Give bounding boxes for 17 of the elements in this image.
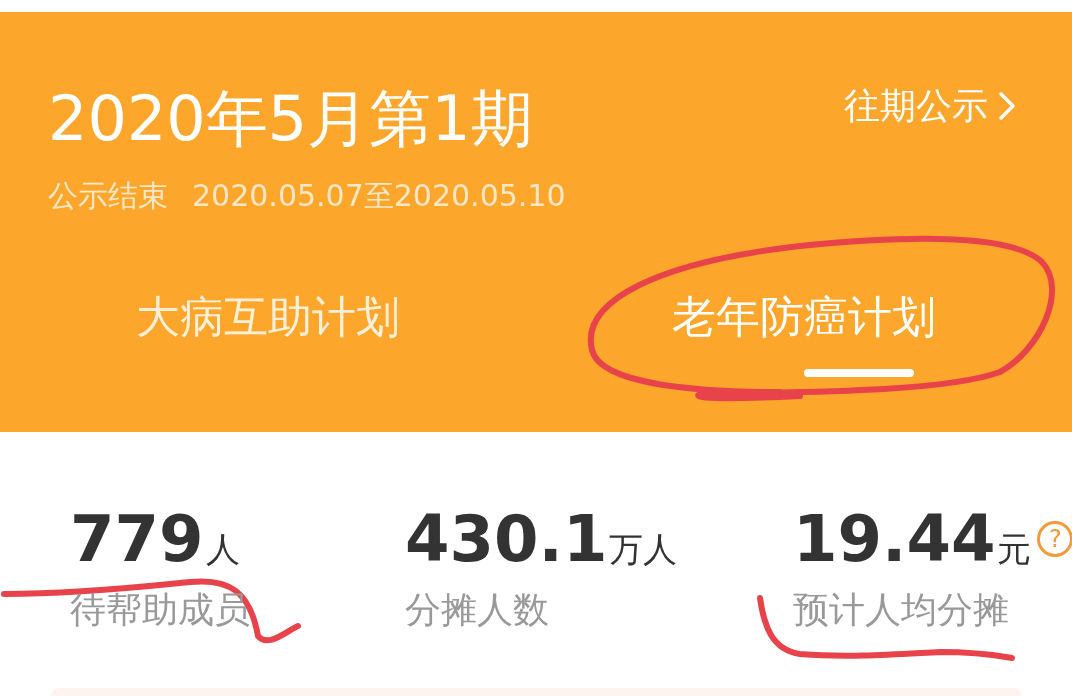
help-button[interactable]: ? [1037, 521, 1072, 557]
stat-value: 430.1 [405, 502, 608, 576]
stat-unit: 万人 [609, 528, 678, 571]
chevron-icon [998, 91, 1016, 121]
status-text: 公示结束 [48, 177, 168, 215]
stat-label: 分摊人数 [405, 590, 549, 630]
plan-tab[interactable]: 老年防癌计划 [672, 289, 936, 345]
stat-unit: 人 [205, 528, 240, 571]
stat-label: 预计人均分摊 [793, 590, 1009, 630]
date-range: 2020.05.07至2020.05.10 [192, 177, 566, 215]
stat-label: 待帮助成员 [70, 590, 250, 630]
history-link[interactable]: 往期公示 [844, 84, 1016, 128]
stat-unit: 元 [997, 528, 1032, 571]
period-title: 2020年5月第1期 [48, 84, 534, 154]
plan-tab[interactable]: 大病互助计划 [136, 289, 400, 345]
stat-value: 19.44 [793, 502, 996, 576]
stat-value: 779 [70, 502, 204, 576]
